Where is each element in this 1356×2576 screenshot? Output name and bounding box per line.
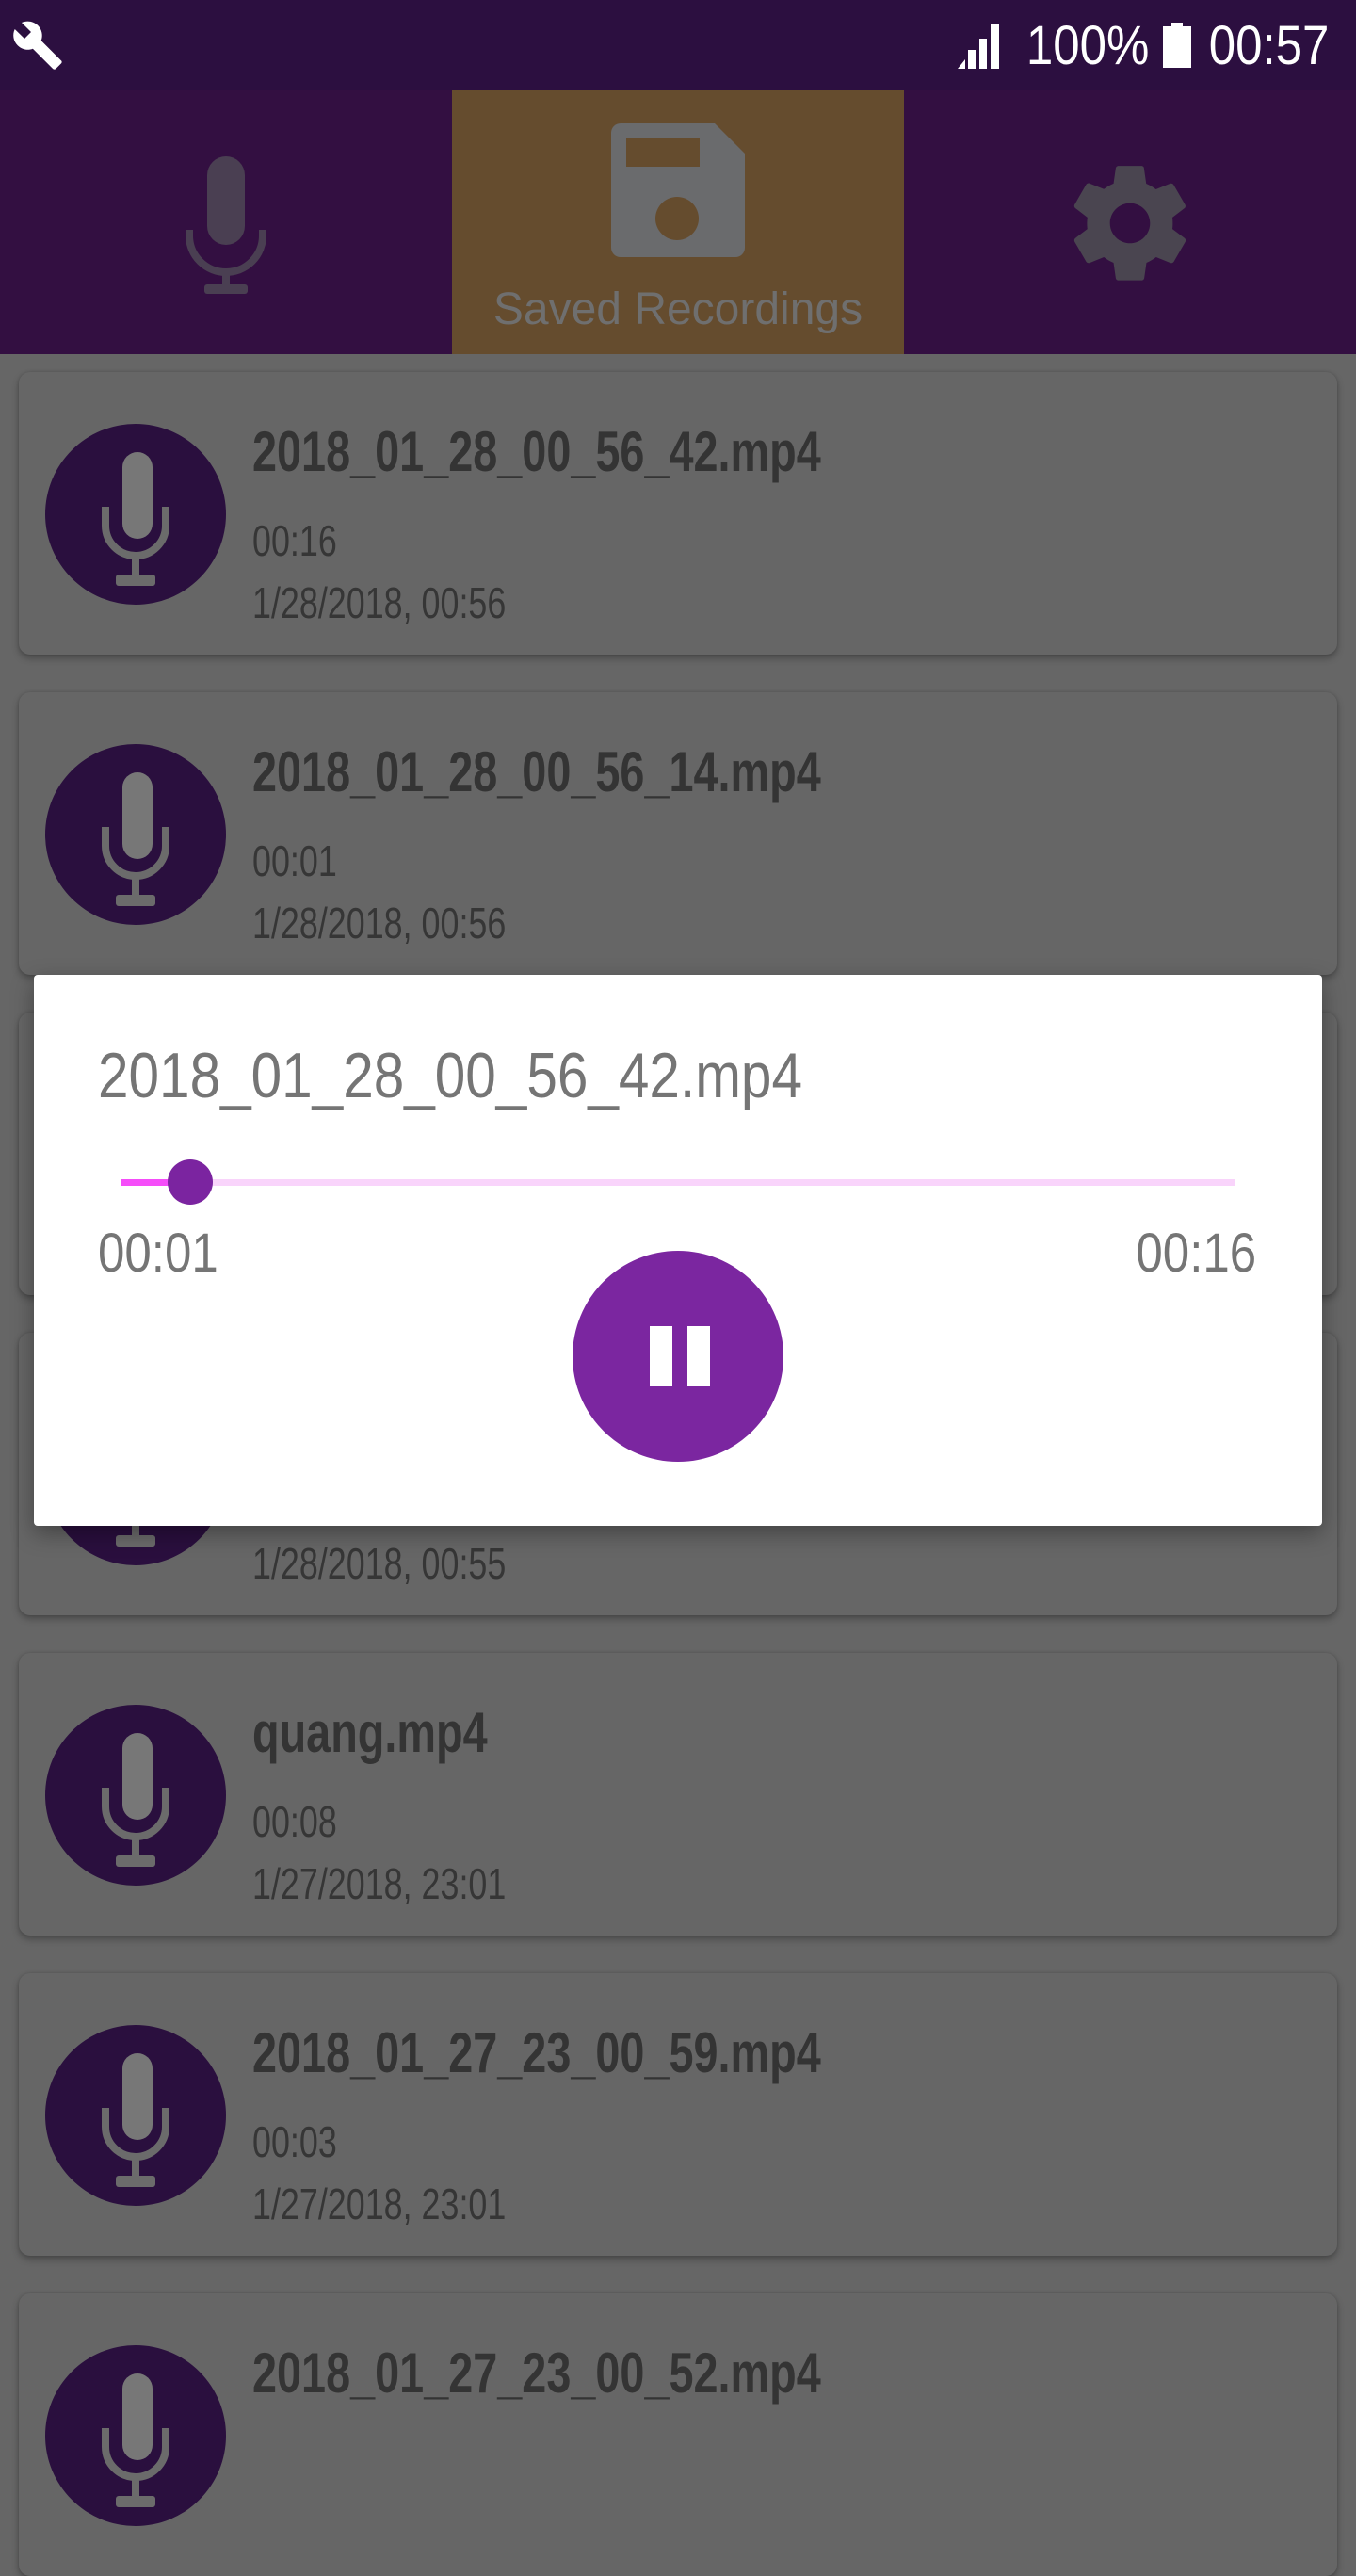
battery-percent: 100% xyxy=(1025,14,1149,76)
tab-saved-recordings[interactable]: Saved Recordings xyxy=(452,90,904,354)
pause-icon xyxy=(650,1326,710,1386)
recording-item[interactable]: quang.mp4 00:08 1/27/2018, 23:01 xyxy=(19,1653,1337,1936)
recording-avatar xyxy=(45,2025,226,2206)
recording-name: 2018_01_28_00_56_14.mp4 xyxy=(252,740,821,803)
battery-full-icon xyxy=(1162,23,1191,68)
microphone-icon xyxy=(102,1733,170,1867)
microphone-icon xyxy=(102,2373,170,2507)
recording-name: 2018_01_28_00_56_42.mp4 xyxy=(252,420,821,483)
recording-name: 2018_01_27_23_00_52.mp4 xyxy=(252,2341,821,2405)
clock: 00:57 xyxy=(1208,14,1330,76)
recording-avatar xyxy=(45,2345,226,2526)
recording-duration: 00:16 xyxy=(252,516,337,565)
recording-date: 1/27/2018, 23:01 xyxy=(252,1859,507,1908)
recording-date: 1/27/2018, 23:01 xyxy=(252,2179,507,2228)
tab-record[interactable] xyxy=(0,90,452,354)
recording-date: 1/28/2018, 00:56 xyxy=(252,578,507,627)
pause-button[interactable] xyxy=(573,1251,783,1462)
recording-item[interactable]: 2018_01_28_00_56_42.mp4 00:16 1/28/2018,… xyxy=(19,372,1337,655)
dialog-title: 2018_01_28_00_56_42.mp4 xyxy=(98,1040,802,1111)
recording-name: quang.mp4 xyxy=(252,1701,488,1764)
microphone-icon xyxy=(102,2053,170,2187)
recording-name: 2018_01_27_23_00_59.mp4 xyxy=(252,2021,821,2084)
signal-icon xyxy=(957,24,999,69)
tab-settings[interactable] xyxy=(904,90,1356,354)
recording-item[interactable]: 2018_01_27_23_00_52.mp4 xyxy=(19,2293,1337,2576)
recording-date: 1/28/2018, 00:56 xyxy=(252,899,507,948)
seek-thumb[interactable] xyxy=(168,1159,213,1205)
recording-avatar xyxy=(45,424,226,605)
recording-date: 1/28/2018, 00:55 xyxy=(252,1539,507,1588)
gear-icon xyxy=(1074,166,1186,281)
recording-duration: 00:03 xyxy=(252,2117,337,2166)
floppy-disk-icon xyxy=(611,123,745,257)
recording-duration: 00:08 xyxy=(252,1797,337,1846)
seek-bar[interactable] xyxy=(121,1159,1235,1205)
status-bar: 100% 00:57 xyxy=(0,0,1356,90)
recording-avatar xyxy=(45,744,226,925)
wrench-icon xyxy=(13,21,62,70)
microphone-icon xyxy=(186,156,266,294)
recording-item[interactable]: 2018_01_28_00_56_14.mp4 00:01 1/28/2018,… xyxy=(19,692,1337,975)
playback-dialog: 2018_01_28_00_56_42.mp4 00:01 00:16 xyxy=(34,975,1322,1526)
microphone-icon xyxy=(102,452,170,586)
recording-duration: 00:01 xyxy=(252,836,337,885)
tab-bar: Saved Recordings xyxy=(0,90,1356,354)
microphone-icon xyxy=(102,772,170,906)
total-time: 00:16 xyxy=(1136,1223,1256,1284)
tab-label: Saved Recordings xyxy=(492,284,864,334)
status-icons: 100% 00:57 xyxy=(957,0,1338,90)
elapsed-time: 00:01 xyxy=(98,1223,218,1284)
recording-avatar xyxy=(45,1705,226,1886)
seek-track xyxy=(121,1179,1235,1186)
recording-item[interactable]: 2018_01_27_23_00_59.mp4 00:03 1/27/2018,… xyxy=(19,1973,1337,2256)
